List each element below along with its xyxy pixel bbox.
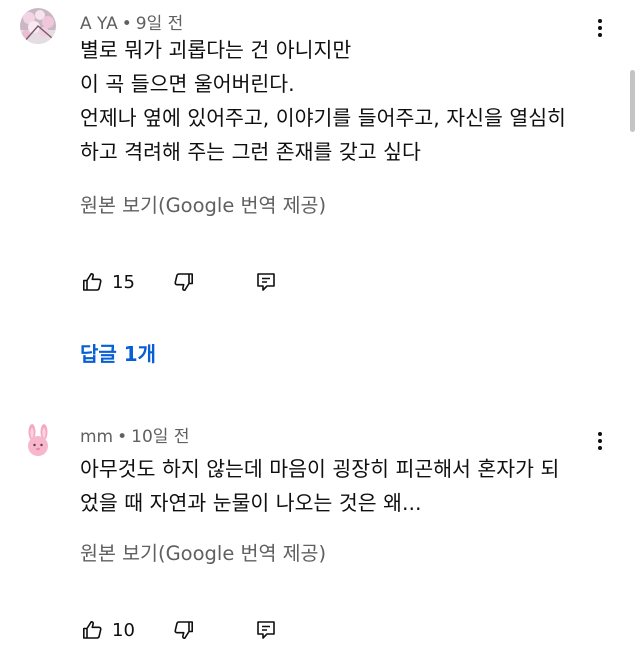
reply-icon — [257, 273, 275, 291]
thumbs-down-icon — [174, 273, 193, 292]
comment-time[interactable]: 9일 전 — [136, 14, 184, 34]
comment-meta: A YA • 9일 전 — [80, 9, 183, 34]
more-vert-icon[interactable] — [588, 429, 612, 453]
scrollbar[interactable] — [630, 70, 635, 132]
thumbs-up-icon — [83, 272, 102, 291]
pink-bunny-avatar-icon — [20, 423, 56, 459]
like-count: 10 — [112, 619, 135, 641]
comment-line: 아무것도 하지 않는데 마음이 굉장히 피곤해서 혼자가 되 — [80, 457, 560, 481]
like-count: 15 — [112, 271, 135, 293]
avatar[interactable] — [20, 423, 56, 459]
see-original-link[interactable]: 원본 보기(Google 번역 제공) — [80, 537, 326, 566]
dislike-button[interactable] — [172, 616, 196, 644]
view-replies-button[interactable]: 답글 1개 — [80, 338, 156, 367]
reply-button[interactable] — [254, 268, 278, 296]
author-name[interactable]: A YA — [80, 14, 118, 34]
comment-actions: 15 — [80, 268, 380, 296]
comment-line: 하고 격려해 주는 그런 존재를 갖고 싶다 — [80, 140, 421, 164]
comment-line: 별로 뭐가 괴롭다는 건 아니지만 — [80, 38, 352, 62]
see-original-link[interactable]: 원본 보기(Google 번역 제공) — [80, 189, 326, 218]
like-button[interactable]: 15 — [80, 268, 135, 296]
thumbs-down-icon — [174, 621, 193, 640]
like-button[interactable]: 10 — [80, 616, 135, 644]
meta-separator: • — [121, 14, 132, 34]
comment-text: 아무것도 하지 않는데 마음이 굉장히 피곤해서 혼자가 되 었을 때 자연과 … — [80, 452, 610, 520]
comment-line: 었을 때 자연과 눈물이 나오는 것은 왜... — [80, 491, 422, 515]
reply-button[interactable] — [254, 616, 278, 644]
dislike-button[interactable] — [172, 268, 196, 296]
thumbs-up-icon — [83, 620, 102, 639]
comment-line: 이 곡 들으면 울어버린다. — [80, 72, 295, 96]
comment-time[interactable]: 10일 전 — [131, 427, 189, 447]
comment-actions: 10 — [80, 616, 380, 644]
meta-separator: • — [117, 427, 128, 447]
comment-line: 언제나 옆에 있어주고, 이야기를 들어주고, 자신을 열심히 — [80, 106, 566, 130]
comments-section: A YA • 9일 전 별로 뭐가 괴롭다는 건 아니지만 이 곡 들으면 울어버린… — [0, 0, 640, 652]
comment-text: 별로 뭐가 괴롭다는 건 아니지만 이 곡 들으면 울어버린다. 언제나 옆에 … — [80, 33, 610, 169]
author-name[interactable]: mm — [80, 427, 113, 447]
cherry-blossom-avatar-icon — [20, 8, 56, 44]
comment-meta: mm • 10일 전 — [80, 422, 189, 447]
avatar[interactable] — [20, 8, 56, 44]
reply-icon — [257, 621, 275, 639]
